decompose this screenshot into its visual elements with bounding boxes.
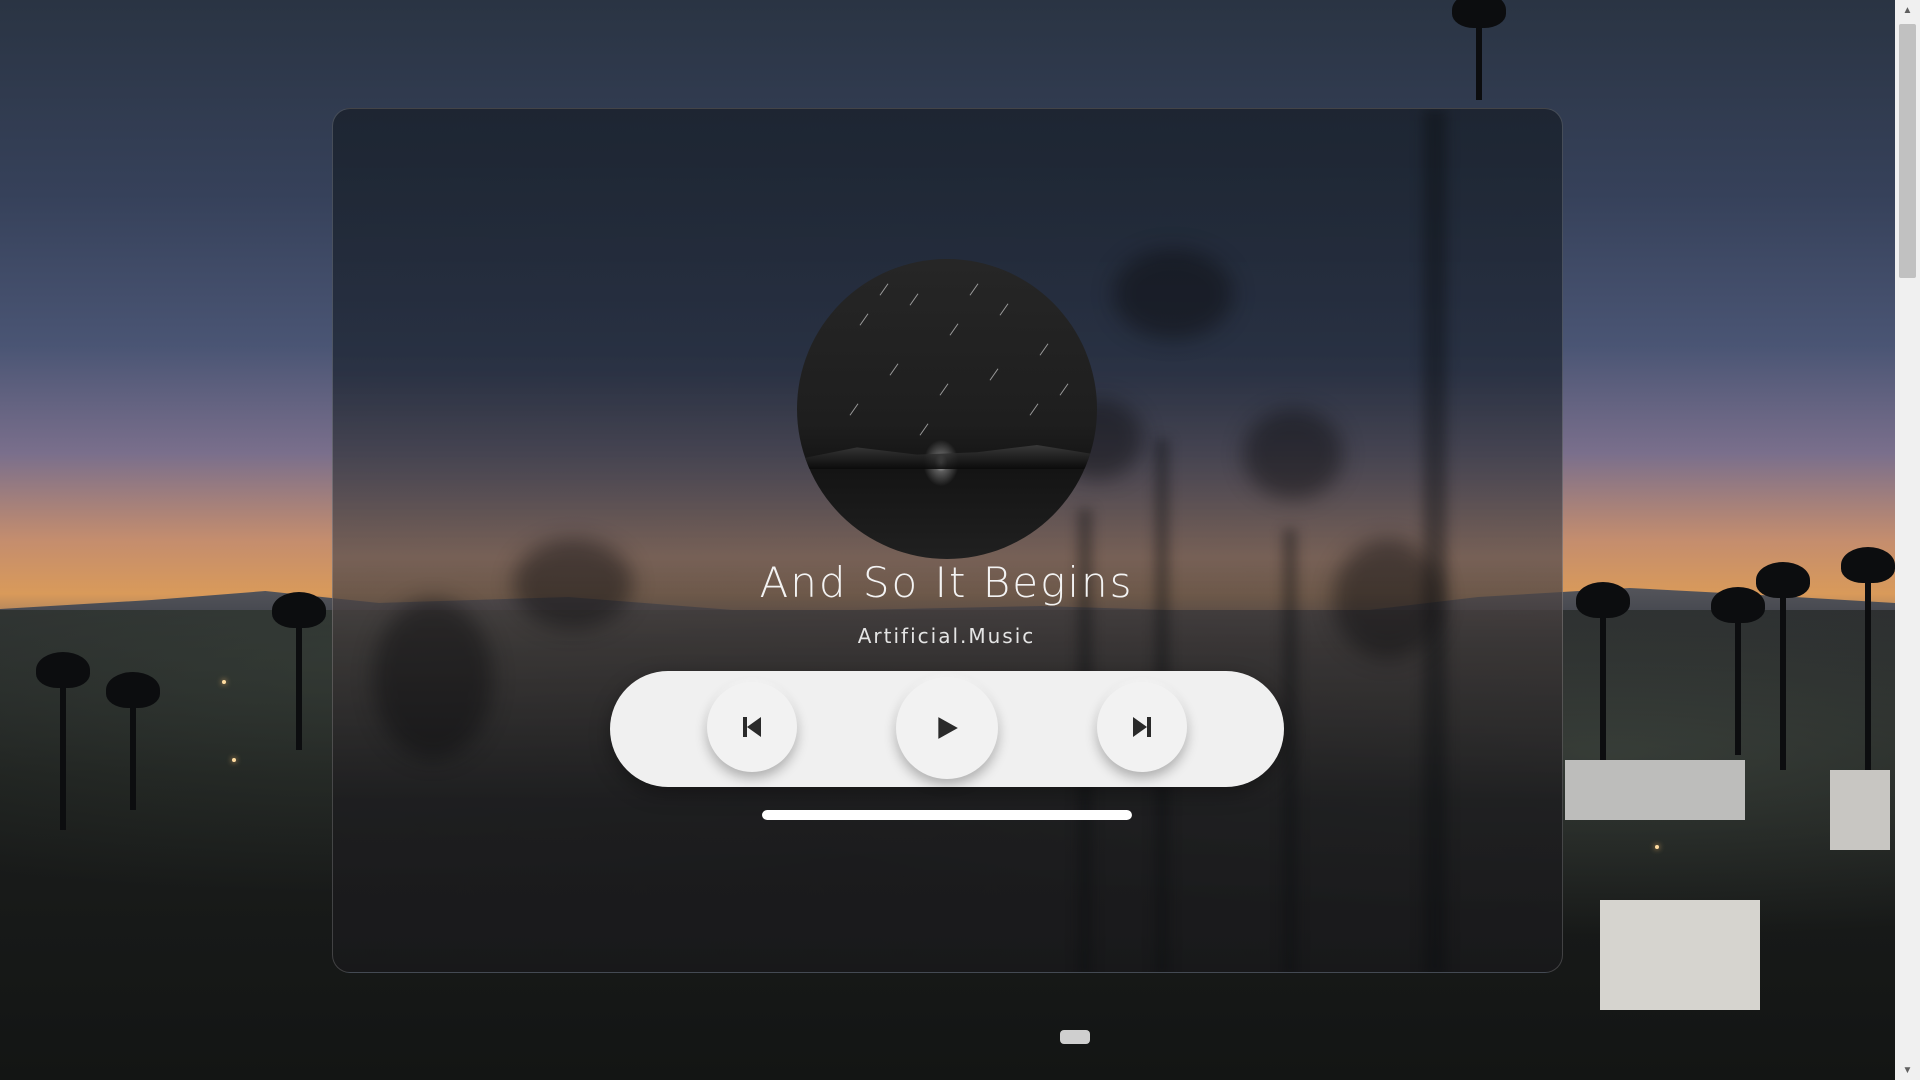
- star-trail: [1029, 403, 1039, 416]
- progress-bar[interactable]: [762, 810, 1132, 820]
- street-light: [222, 680, 226, 684]
- progress-fill: [762, 810, 1132, 820]
- vertical-scrollbar[interactable]: ▲ ▼: [1895, 0, 1920, 1080]
- scroll-thumb[interactable]: [1899, 24, 1916, 278]
- palm-tree: [1452, 0, 1506, 100]
- album-cover: [797, 259, 1097, 559]
- star-trail: [889, 363, 899, 376]
- house: [1565, 760, 1745, 820]
- blurred-palm-crown: [1243, 409, 1343, 499]
- palm-tree: [272, 592, 326, 750]
- previous-track-button[interactable]: [707, 682, 797, 772]
- star-trail: [919, 423, 929, 436]
- star-trail: [949, 323, 959, 336]
- street-light: [232, 758, 236, 762]
- star-trail: [909, 293, 919, 306]
- next-track-button[interactable]: [1097, 682, 1187, 772]
- mountain-ridge: [797, 445, 1097, 469]
- scroll-down-arrow-icon[interactable]: ▼: [1895, 1060, 1920, 1080]
- star-trail: [939, 383, 949, 396]
- palm-tree: [36, 652, 90, 830]
- playback-controls: [610, 671, 1284, 787]
- street-light: [1655, 845, 1659, 849]
- blurred-palm-crown: [1113, 249, 1233, 339]
- scroll-up-arrow-icon[interactable]: ▲: [1895, 0, 1920, 20]
- skip-previous-icon: [743, 717, 761, 737]
- star-trail: [849, 403, 859, 416]
- star-trail: [1039, 343, 1049, 356]
- palm-tree: [1841, 547, 1895, 775]
- street-light: [1060, 1030, 1090, 1044]
- star-trail: [879, 283, 889, 296]
- house: [1830, 770, 1890, 850]
- star-trail: [969, 283, 979, 296]
- star-trail: [859, 313, 869, 326]
- palm-tree: [1711, 587, 1765, 755]
- star-trail: [1059, 383, 1069, 396]
- palm-tree: [106, 672, 160, 810]
- palm-tree: [1576, 582, 1630, 760]
- house: [1600, 900, 1760, 1010]
- star-trail: [989, 368, 999, 381]
- skip-next-icon: [1133, 717, 1151, 737]
- track-title: And So It Begins: [759, 558, 1134, 607]
- blurred-shrub: [373, 599, 493, 759]
- play-button[interactable]: [896, 677, 998, 779]
- track-artist: Artificial.Music: [857, 624, 1036, 648]
- star-trail: [999, 303, 1009, 316]
- blurred-palm-trunk: [1423, 109, 1447, 972]
- play-icon: [938, 717, 958, 739]
- palm-tree: [1756, 562, 1810, 770]
